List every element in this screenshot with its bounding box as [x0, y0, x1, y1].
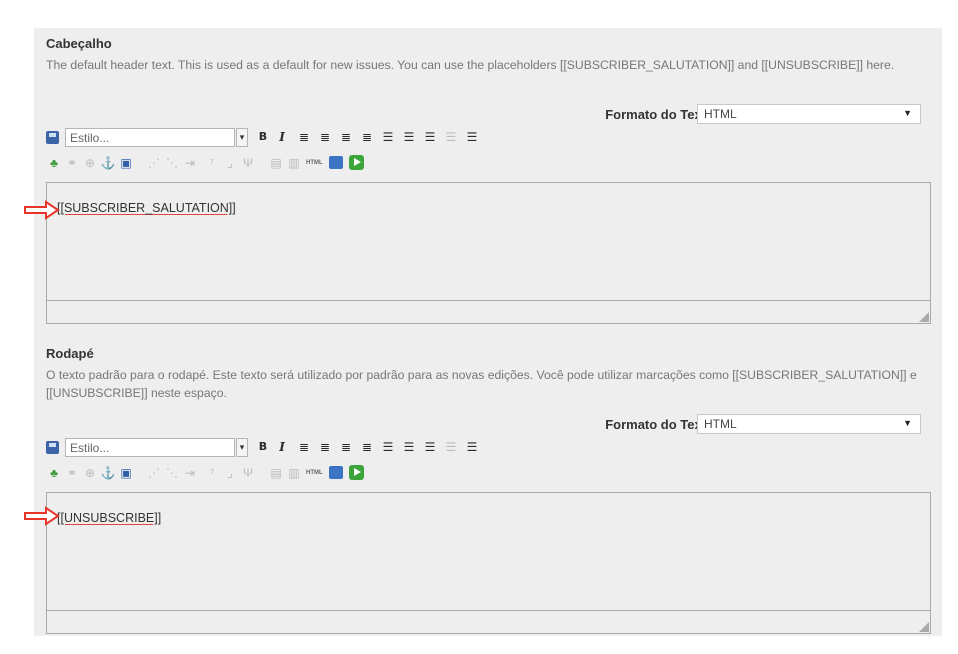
numbered-list-icon[interactable]: ☰ [401, 129, 417, 145]
section-description: The default header text. This is used as… [46, 58, 895, 72]
editor-toolbar-row-2: ♣ ⚭ ⊕ ⚓ ▣ ⋰ ⋱ ⇥ ⁷ ⌟ Ψ ▤ ▥ HTML [46, 154, 646, 174]
align-left-icon[interactable]: ≣ [296, 129, 312, 145]
table-icon[interactable]: ⋰ [146, 465, 162, 481]
numbered-list-icon[interactable]: ☰ [401, 439, 417, 455]
hr-icon[interactable]: ▤ [268, 155, 284, 171]
outdent-icon[interactable]: ☰ [422, 439, 438, 455]
unlink-icon[interactable]: ⚭ [64, 465, 80, 481]
resize-grip-icon[interactable] [919, 312, 929, 322]
row-icon[interactable]: ⋱ [164, 465, 180, 481]
anchor-icon[interactable]: ⚓ [100, 155, 116, 171]
bullet-list-icon[interactable]: ☰ [380, 439, 396, 455]
editor-toolbar-row-1: Estilo... ▾ B I ≣ ≣ ≣ ≣ ☰ ☰ ☰ ☰ ☰ [46, 438, 646, 458]
html-source-icon[interactable]: HTML [306, 158, 326, 168]
subscript-icon[interactable]: ⁷ [204, 155, 220, 171]
style-placeholder: Estilo... [70, 441, 110, 455]
special-char-icon[interactable]: Ψ [240, 465, 256, 481]
cleanup-icon[interactable]: ⊕ [82, 155, 98, 171]
bold-button[interactable]: B [255, 439, 271, 455]
chevron-down-icon: ▼ [903, 108, 912, 118]
remove-format-icon[interactable]: ▥ [286, 155, 302, 171]
bold-button[interactable]: B [255, 129, 271, 145]
html-source-icon[interactable]: HTML [306, 468, 326, 478]
hr-icon[interactable]: ▤ [268, 465, 284, 481]
editor-content: [[UNSUBSCRIBE]] [57, 511, 162, 525]
blockquote-icon[interactable]: ☰ [464, 439, 480, 455]
fullscreen-icon[interactable] [329, 466, 343, 479]
superscript-icon[interactable]: ⌟ [222, 155, 238, 171]
outdent-icon[interactable]: ☰ [422, 129, 438, 145]
preview-icon[interactable] [349, 155, 364, 170]
special-char-icon[interactable]: Ψ [240, 155, 256, 171]
align-left-icon[interactable]: ≣ [296, 439, 312, 455]
cleanup-icon[interactable]: ⊕ [82, 465, 98, 481]
indent-icon[interactable]: ☰ [443, 129, 459, 145]
unlink-icon[interactable]: ⚭ [64, 155, 80, 171]
bullet-list-icon[interactable]: ☰ [380, 129, 396, 145]
align-center-icon[interactable]: ≣ [317, 129, 333, 145]
image-icon[interactable]: ▣ [118, 155, 134, 171]
style-dropdown[interactable]: Estilo... [65, 128, 235, 147]
style-placeholder: Estilo... [70, 131, 110, 145]
editor-toolbar-row-1: Estilo... ▾ B I ≣ ≣ ≣ ≣ ☰ ☰ ☰ ☰ ☰ [46, 128, 646, 148]
save-icon[interactable] [46, 131, 59, 144]
align-justify-icon[interactable]: ≣ [359, 129, 375, 145]
style-dropdown-button[interactable]: ▾ [236, 128, 248, 147]
link-icon[interactable]: ♣ [46, 465, 62, 481]
text-format-select[interactable]: HTML ▼ [697, 414, 921, 434]
text-format-select[interactable]: HTML ▼ [697, 104, 921, 124]
footer-editor[interactable]: [[UNSUBSCRIBE]] [46, 492, 931, 634]
column-icon[interactable]: ⇥ [182, 465, 198, 481]
text-format-row: Formato do Texto HTML ▼ [34, 104, 942, 126]
annotation-arrow-icon [24, 506, 60, 526]
column-icon[interactable]: ⇥ [182, 155, 198, 171]
annotation-arrow-icon [24, 200, 60, 220]
image-icon[interactable]: ▣ [118, 465, 134, 481]
text-format-value: HTML [704, 417, 737, 431]
align-justify-icon[interactable]: ≣ [359, 439, 375, 455]
align-center-icon[interactable]: ≣ [317, 439, 333, 455]
align-right-icon[interactable]: ≣ [338, 129, 354, 145]
link-icon[interactable]: ♣ [46, 155, 62, 171]
superscript-icon[interactable]: ⌟ [222, 465, 238, 481]
anchor-icon[interactable]: ⚓ [100, 465, 116, 481]
section-title: Cabeçalho [46, 36, 112, 51]
editor-statusbar [47, 610, 930, 633]
indent-icon[interactable]: ☰ [443, 439, 459, 455]
save-icon[interactable] [46, 441, 59, 454]
section-title: Rodapé [46, 346, 94, 361]
editor-statusbar [47, 300, 930, 323]
editor-toolbar-row-2: ♣ ⚭ ⊕ ⚓ ▣ ⋰ ⋱ ⇥ ⁷ ⌟ Ψ ▤ ▥ HTML [46, 464, 646, 484]
align-right-icon[interactable]: ≣ [338, 439, 354, 455]
editor-content: [[SUBSCRIBER_SALUTATION]] [57, 201, 236, 215]
remove-format-icon[interactable]: ▥ [286, 465, 302, 481]
section-description: O texto padrão para o rodapé. Este texto… [46, 368, 917, 400]
editor-body[interactable]: [[UNSUBSCRIBE]] [47, 493, 930, 611]
settings-panel: Cabeçalho The default header text. This … [34, 28, 942, 636]
editor-body[interactable]: [[SUBSCRIBER_SALUTATION]] [47, 183, 930, 301]
style-dropdown[interactable]: Estilo... [65, 438, 235, 457]
text-format-row: Formato do Texto HTML ▼ [34, 414, 942, 436]
table-icon[interactable]: ⋰ [146, 155, 162, 171]
text-format-value: HTML [704, 107, 737, 121]
header-editor[interactable]: [[SUBSCRIBER_SALUTATION]] [46, 182, 931, 324]
style-dropdown-button[interactable]: ▾ [236, 438, 248, 457]
fullscreen-icon[interactable] [329, 156, 343, 169]
chevron-down-icon: ▼ [903, 418, 912, 428]
preview-icon[interactable] [349, 465, 364, 480]
row-icon[interactable]: ⋱ [164, 155, 180, 171]
blockquote-icon[interactable]: ☰ [464, 129, 480, 145]
italic-button[interactable]: I [274, 439, 290, 455]
subscript-icon[interactable]: ⁷ [204, 465, 220, 481]
italic-button[interactable]: I [274, 129, 290, 145]
resize-grip-icon[interactable] [919, 622, 929, 632]
